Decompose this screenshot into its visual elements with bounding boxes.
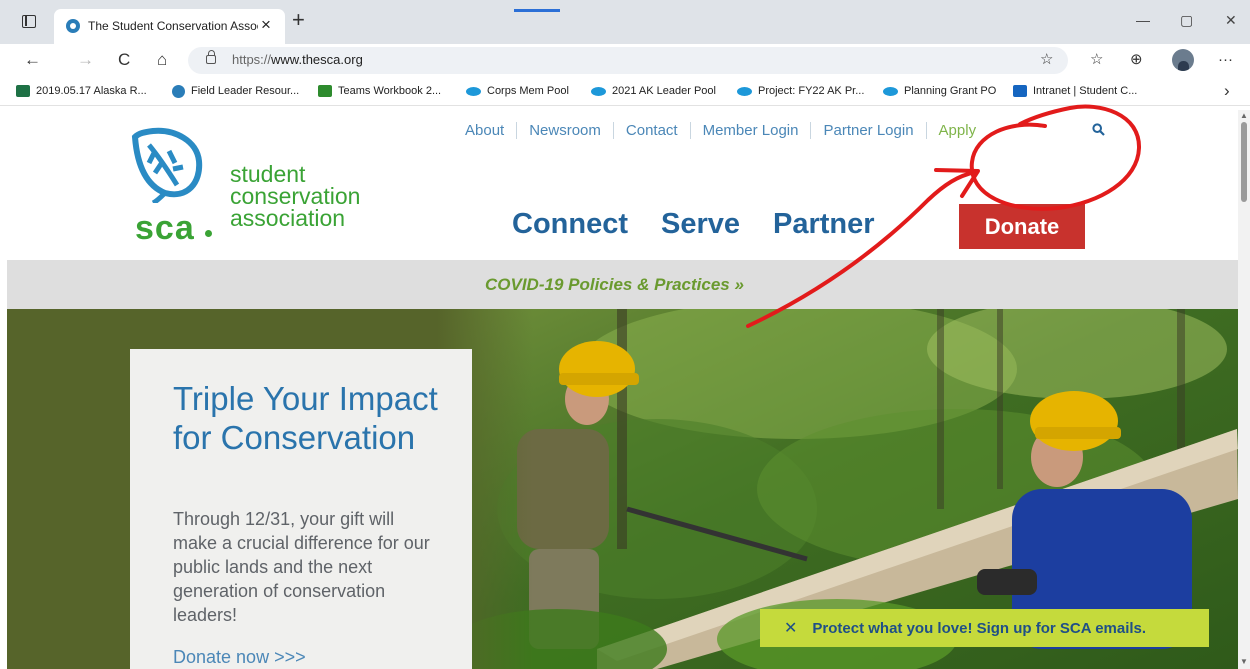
nav-connect-link[interactable]: Connect bbox=[512, 208, 628, 241]
tab-close-icon[interactable]: × bbox=[261, 15, 271, 35]
restore-button[interactable]: ▢ bbox=[1180, 12, 1193, 29]
sca-leaf-logo-icon[interactable] bbox=[125, 123, 207, 203]
url-scheme: https:// bbox=[232, 52, 272, 67]
bookmark-label: Field Leader Resour... bbox=[191, 85, 300, 97]
bookmark-item[interactable]: Intranet | Student C... bbox=[1013, 83, 1137, 99]
collections-icon[interactable]: ⊕ bbox=[1130, 51, 1143, 69]
sharepoint-icon bbox=[1013, 85, 1027, 97]
browser-tab-bar: The Student Conservation Association × +… bbox=[0, 0, 1250, 44]
salesforce-icon bbox=[591, 86, 606, 96]
bookmark-item[interactable]: Project: FY22 AK Pr... bbox=[737, 83, 864, 99]
bookmark-label: 2019.05.17 Alaska R... bbox=[36, 85, 147, 97]
address-url[interactable]: https://www.thesca.org bbox=[232, 52, 363, 67]
scroll-down-icon[interactable]: ▼ bbox=[1240, 658, 1248, 666]
nav-newsroom-link[interactable]: Newsroom bbox=[517, 122, 614, 139]
site-header: sca student conservation association Abo… bbox=[7, 110, 1238, 260]
covid-policies-link[interactable]: COVID-19 Policies & Practices » bbox=[485, 275, 744, 295]
email-signup-text[interactable]: Protect what you love! Sign up for SCA e… bbox=[812, 620, 1146, 637]
logo-line-1: student bbox=[230, 161, 306, 187]
favorites-icon[interactable]: ☆ bbox=[1090, 51, 1103, 69]
back-button[interactable]: ← bbox=[24, 50, 41, 70]
bookmark-label: Project: FY22 AK Pr... bbox=[758, 85, 865, 97]
logo-line-2: conservation bbox=[230, 183, 361, 209]
settings-more-icon[interactable]: ··· bbox=[1218, 51, 1233, 69]
scroll-up-icon[interactable]: ▲ bbox=[1240, 112, 1248, 120]
donate-now-link[interactable]: Donate now >>> bbox=[173, 647, 306, 668]
logo-dot bbox=[205, 230, 212, 237]
nav-apply-link[interactable]: Apply bbox=[927, 122, 987, 139]
nav-serve-link[interactable]: Serve bbox=[661, 208, 740, 241]
bookmark-item[interactable]: Teams Workbook 2... bbox=[318, 83, 441, 99]
email-signup-bar[interactable]: ✕ Protect what you love! Sign up for SCA… bbox=[760, 609, 1209, 647]
browser-tab-active[interactable]: The Student Conservation Association × bbox=[54, 9, 285, 44]
logo-wordmark[interactable]: student conservation association bbox=[230, 161, 361, 231]
refresh-button[interactable]: C bbox=[118, 50, 130, 70]
teams-icon bbox=[318, 85, 332, 97]
nav-member-login-link[interactable]: Member Login bbox=[691, 122, 812, 139]
bookmark-label: 2021 AK Leader Pool bbox=[612, 85, 716, 97]
covid-banner: COVID-19 Policies & Practices » bbox=[7, 260, 1238, 309]
lock-icon[interactable] bbox=[206, 50, 216, 64]
logo-line-3: association bbox=[230, 205, 346, 231]
bookmark-label: Teams Workbook 2... bbox=[338, 85, 442, 97]
bookmarks-more-icon[interactable]: › bbox=[1224, 81, 1230, 101]
page-load-progress bbox=[514, 9, 560, 12]
nav-partner-link[interactable]: Partner bbox=[773, 208, 875, 241]
logo-wordmark-sca[interactable]: sca bbox=[135, 211, 195, 245]
bookmark-label: Planning Grant PO bbox=[904, 85, 997, 97]
browser-nav-bar: ← → C ⌂ https://www.thesca.org ☆ ☆ ⊕ ··· bbox=[0, 44, 1250, 76]
email-signup-close-icon[interactable]: ✕ bbox=[784, 618, 797, 638]
bookmark-item[interactable]: Planning Grant PO bbox=[883, 83, 996, 99]
bookmarks-bar: 2019.05.17 Alaska R... Field Leader Resou… bbox=[0, 76, 1250, 106]
bookmark-item[interactable]: 2021 AK Leader Pool bbox=[591, 83, 716, 99]
nav-partner-login-link[interactable]: Partner Login bbox=[811, 122, 927, 139]
profile-avatar[interactable] bbox=[1172, 49, 1194, 71]
scrollbar-thumb[interactable] bbox=[1241, 122, 1247, 202]
hero-body: Through 12/31, your gift will make a cru… bbox=[173, 509, 430, 625]
home-button[interactable]: ⌂ bbox=[157, 50, 167, 70]
sca-favicon-icon bbox=[66, 19, 80, 33]
utility-nav: About Newsroom Contact Member Login Part… bbox=[465, 122, 986, 139]
close-window-button[interactable]: ✕ bbox=[1225, 12, 1237, 29]
hero-card: Triple Your Impact for Conservation Thro… bbox=[130, 349, 472, 669]
page-scrollbar[interactable]: ▲ ▼ bbox=[1238, 110, 1250, 669]
url-host: www.thesca.org bbox=[271, 52, 363, 67]
salesforce-icon bbox=[883, 86, 898, 96]
bookmark-item[interactable]: Field Leader Resour... bbox=[172, 83, 299, 99]
search-icon[interactable] bbox=[1092, 123, 1105, 136]
new-tab-button[interactable]: + bbox=[292, 9, 305, 31]
sca-favicon-icon bbox=[172, 84, 185, 98]
minimize-button[interactable]: — bbox=[1136, 12, 1150, 28]
tab-title: The Student Conservation Association bbox=[88, 19, 258, 33]
bookmark-label: Corps Mem Pool bbox=[487, 85, 569, 97]
hero-title: Triple Your Impact for Conservation bbox=[173, 380, 438, 456]
nav-contact-link[interactable]: Contact bbox=[614, 122, 691, 139]
add-favorite-icon[interactable]: ☆ bbox=[1040, 51, 1053, 69]
main-nav: Connect Serve Partner bbox=[512, 208, 875, 241]
forward-button[interactable]: → bbox=[77, 50, 94, 70]
hero-section: Triple Your Impact for Conservation Thro… bbox=[7, 309, 1238, 669]
donate-button[interactable]: Donate bbox=[959, 204, 1085, 249]
bookmark-label: Intranet | Student C... bbox=[1033, 85, 1138, 97]
bookmark-item[interactable]: Corps Mem Pool bbox=[466, 83, 569, 99]
salesforce-icon bbox=[737, 86, 752, 96]
salesforce-icon bbox=[466, 86, 481, 96]
bookmark-item[interactable]: 2019.05.17 Alaska R... bbox=[16, 83, 147, 99]
nav-about-link[interactable]: About bbox=[465, 122, 518, 139]
tab-actions-icon[interactable] bbox=[22, 15, 36, 28]
excel-icon bbox=[16, 85, 30, 97]
